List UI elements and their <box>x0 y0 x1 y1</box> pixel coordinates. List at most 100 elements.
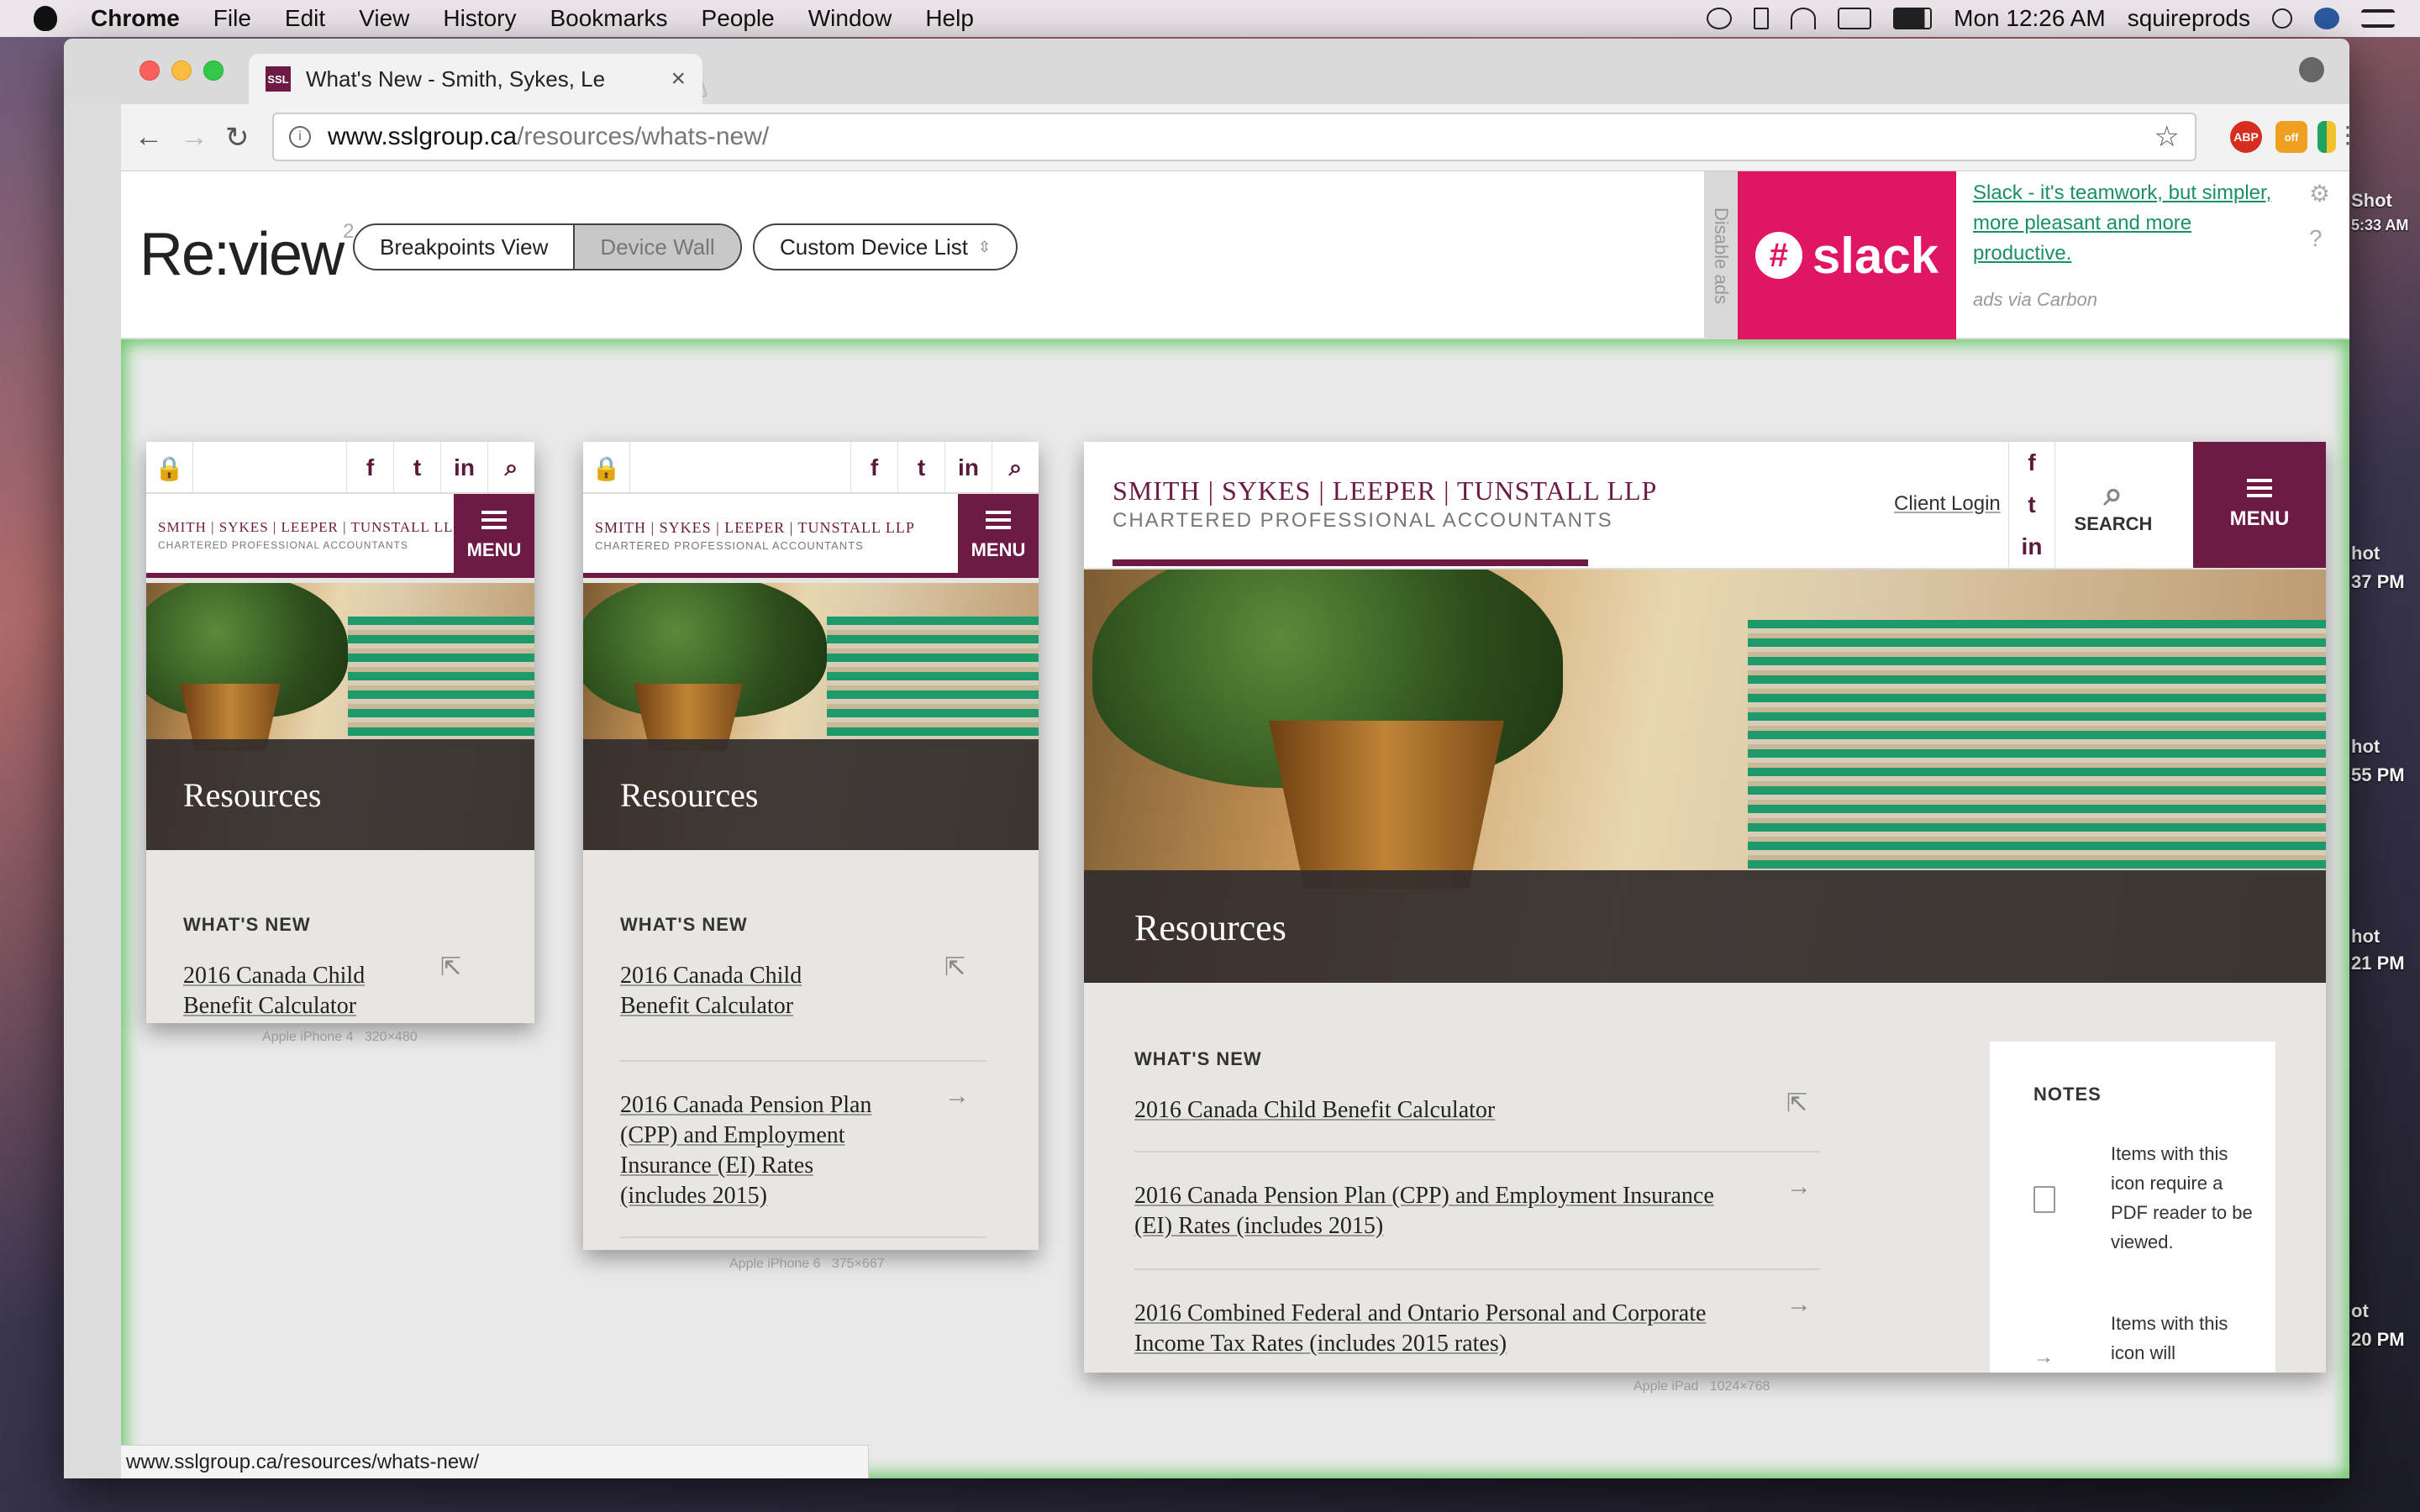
search-button[interactable]: ⌕ SEARCH <box>2055 442 2171 568</box>
device-size: 1024×768 <box>1709 1379 1770 1394</box>
ad-link[interactable]: Slack - it's teamwork, but simpler, more… <box>1973 178 2292 269</box>
close-tab-icon[interactable]: × <box>671 65 686 93</box>
zoom-window-button[interactable] <box>203 60 224 81</box>
airplay-icon[interactable] <box>1838 8 1872 29</box>
device-label: Apple iPhone 6 375×667 <box>729 1257 885 1272</box>
menu-edit[interactable]: Edit <box>285 5 325 32</box>
hero-image: Resources <box>1084 568 2326 983</box>
brand-underline <box>1113 559 1588 566</box>
pot-graphic <box>1269 721 1504 889</box>
list-divider <box>1134 1268 1820 1270</box>
forward-arrow-icon[interactable]: → <box>180 121 208 154</box>
info-icon[interactable]: i <box>289 126 311 148</box>
resource-link[interactable]: 2016 Canada Child Benefit Calculator <box>620 961 839 1021</box>
list-divider <box>620 1236 986 1238</box>
desktop-label: 55 PM <box>2351 764 2405 785</box>
profile-icon[interactable] <box>2299 57 2324 82</box>
hero-image: Resources <box>583 583 1039 850</box>
extension-off-icon[interactable]: off <box>2275 121 2307 153</box>
back-arrow-icon[interactable]: ← <box>134 121 163 154</box>
lock-icon[interactable]: 🔒 <box>583 442 630 494</box>
folder-stack-graphic <box>827 617 1039 743</box>
brand-name[interactable]: SMITH | SYKES | LEEPER | TUNSTALL LLP <box>595 519 915 537</box>
device-size: 320×480 <box>364 1030 418 1044</box>
notes-pdf-text: Items with this icon require a PDF reade… <box>2111 1143 2253 1252</box>
menu-button[interactable]: MENU <box>454 494 534 578</box>
resource-link[interactable]: 2016 Canada Pension Plan (CPP) and Emplo… <box>620 1090 889 1211</box>
resource-link[interactable]: 2016 Canada Pension Plan (CPP) and Emplo… <box>1134 1181 1756 1242</box>
slack-ad-brand: slack <box>1812 227 1939 284</box>
brand-bar: SMITH | SYKES | LEEPER | TUNSTALL LLP CH… <box>583 494 1039 578</box>
apple-icon[interactable] <box>34 6 57 31</box>
external-link-icon: ⇱ <box>440 953 462 981</box>
menu-clock[interactable]: Mon 12:26 AM <box>1954 5 2106 32</box>
siri-icon[interactable] <box>2314 8 2339 29</box>
bluetooth-icon[interactable] <box>1754 8 1770 29</box>
close-window-button[interactable] <box>139 60 160 81</box>
twitter-icon[interactable]: t <box>393 442 440 494</box>
brand-tagline: CHARTERED PROFESSIONAL ACCOUNTANTS <box>595 539 864 552</box>
adblock-icon[interactable]: ABP <box>2230 121 2262 153</box>
minimize-window-button[interactable] <box>171 60 192 81</box>
battery-icon[interactable] <box>1893 8 1933 29</box>
extension-green-icon[interactable] <box>2317 121 2336 153</box>
ad-help-icon[interactable]: ? <box>2309 225 2323 252</box>
linkedin-icon[interactable]: in <box>2022 533 2043 560</box>
section-heading: WHAT'S NEW <box>620 914 748 935</box>
desktop-label: 37 PM <box>2351 571 2405 592</box>
hero-title: Resources <box>1134 906 1286 948</box>
active-tab[interactable]: SSL What's New - Smith, Sykes, Le × <box>249 54 702 104</box>
linkedin-icon[interactable]: in <box>440 442 487 494</box>
menu-button[interactable]: MENU <box>2193 442 2326 568</box>
external-link-icon: ⇱ <box>944 953 966 981</box>
breakpoints-view-button[interactable]: Breakpoints View <box>355 225 573 269</box>
resource-link[interactable]: 2016 Combined Federal and Ontario Person… <box>1134 1299 1756 1359</box>
menu-app-name[interactable]: Chrome <box>91 5 180 32</box>
facebook-icon[interactable]: f <box>346 442 393 494</box>
tab-title: What's New - Smith, Sykes, Le <box>306 66 606 92</box>
resource-link[interactable]: 2016 Canada Child Benefit Calculator <box>1134 1095 1823 1126</box>
arrow-right-icon: → <box>2033 1346 2054 1368</box>
brand-name[interactable]: SMITH | SYKES | LEEPER | TUNSTALL LLP <box>1113 475 1657 507</box>
custom-device-list-button[interactable]: Custom Device List ⇳ <box>753 223 1018 270</box>
search-icon[interactable]: ⌕ <box>992 442 1039 494</box>
linkedin-icon[interactable]: in <box>944 442 992 494</box>
menu-people[interactable]: People <box>702 5 775 32</box>
hero-title-bar: Resources <box>583 739 1039 850</box>
menu-user[interactable]: squireprods <box>2128 5 2250 32</box>
spotlight-icon[interactable] <box>2272 8 2292 29</box>
client-login-link[interactable]: Client Login <box>1894 492 2001 516</box>
notification-center-icon[interactable] <box>2361 9 2395 28</box>
url-path: /resources/whats-new/ <box>517 123 770 150</box>
search-icon[interactable]: ⌕ <box>487 442 534 494</box>
menu-history[interactable]: History <box>443 5 516 32</box>
arrow-right-icon: → <box>1786 1290 1812 1318</box>
brand-name[interactable]: SMITH | SYKES | LEEPER | TUNSTALL LLP <box>158 519 462 536</box>
ad-settings-icon[interactable]: ⚙ <box>2309 180 2330 207</box>
device-wall-button[interactable]: Device Wall <box>573 225 740 269</box>
disable-ads-button[interactable]: Disable ads <box>1704 171 1738 339</box>
ad-via-text[interactable]: ads via Carbon <box>1973 289 2097 311</box>
lock-icon[interactable]: 🔒 <box>146 442 193 494</box>
bookmark-star-icon[interactable]: ☆ <box>2154 120 2180 154</box>
menu-view[interactable]: View <box>359 5 409 32</box>
utility-bar: 🔒 f t in ⌕ <box>583 442 1039 494</box>
chrome-menu-icon[interactable]: ⋮ <box>2336 121 2349 149</box>
facebook-icon[interactable]: f <box>850 442 897 494</box>
reload-icon[interactable]: ↻ <box>225 121 250 155</box>
menu-button[interactable]: MENU <box>958 494 1039 578</box>
menu-bookmarks[interactable]: Bookmarks <box>550 5 667 32</box>
browser-toolbar: ← → ↻ i www.sslgroup.ca /resources/whats… <box>121 104 2349 171</box>
facebook-icon[interactable]: f <box>2028 449 2035 476</box>
slack-ad-image[interactable]: # slack <box>1738 171 1956 339</box>
twitter-icon[interactable]: t <box>897 442 944 494</box>
resource-link[interactable]: 2016 Canada Child Benefit Calculator <box>183 961 402 1021</box>
menu-file[interactable]: File <box>213 5 251 32</box>
menu-help[interactable]: Help <box>925 5 974 32</box>
menu-window[interactable]: Window <box>808 5 892 32</box>
device-iphone4: 🔒 f t in ⌕ SMITH | SYKES | LEEPER | TUNS… <box>146 442 534 1023</box>
twitter-icon[interactable]: t <box>2028 491 2035 518</box>
address-bar[interactable]: i www.sslgroup.ca /resources/whats-new/ … <box>272 113 2196 161</box>
wifi-icon[interactable] <box>1791 8 1817 29</box>
sync-icon[interactable] <box>1707 8 1733 29</box>
